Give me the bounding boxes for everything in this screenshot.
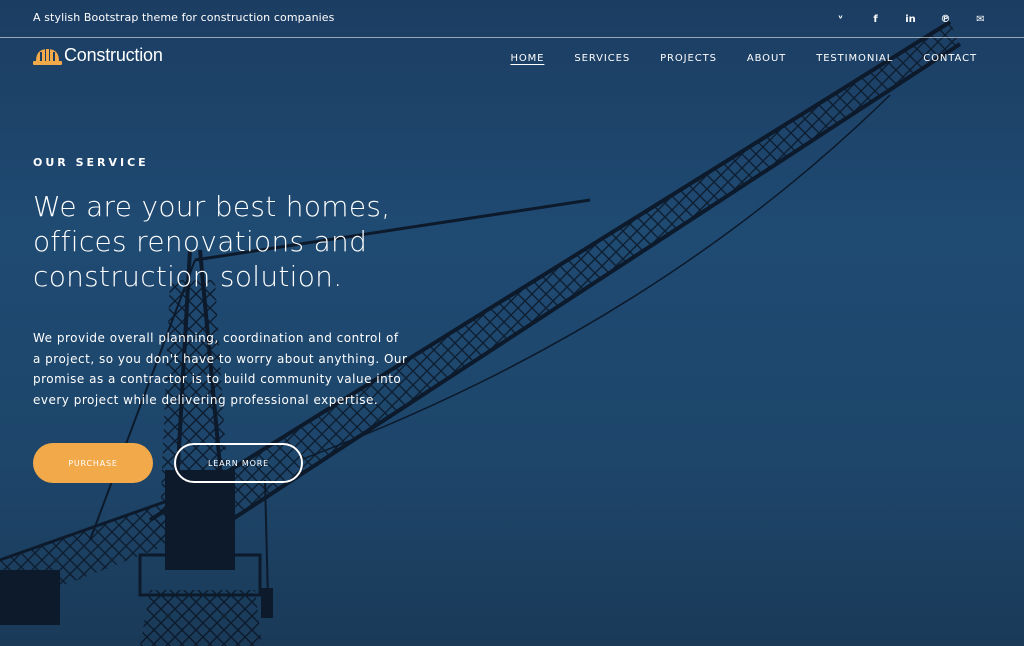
hero-description: We provide overall planning, coordinatio…: [33, 328, 423, 410]
main-nav: HOME SERVICES PROJECTS ABOUT TESTIMONIAL…: [480, 53, 977, 64]
social-links: ᵛ f in ℗ ✉: [823, 10, 998, 28]
description-line: a project, so you don't have to worry ab…: [33, 351, 408, 366]
twitter-icon[interactable]: ᵛ: [823, 10, 858, 28]
description-line: every project while delivering professio…: [33, 392, 379, 407]
nav-item-projects[interactable]: PROJECTS: [660, 53, 717, 64]
top-bar: A stylish Bootstrap theme for constructi…: [0, 0, 1024, 38]
hero-section: OUR SERVICE We are your best homes, offi…: [33, 150, 433, 410]
brand-name: Construction: [64, 45, 163, 65]
purchase-button[interactable]: PURCHASE: [33, 443, 153, 483]
headline-line: construction solution.: [33, 260, 343, 293]
nav-item-about[interactable]: ABOUT: [747, 53, 786, 64]
description-line: We provide overall planning, coordinatio…: [33, 331, 399, 345]
description-line: promise as a contractor is to build comm…: [33, 372, 402, 386]
site-tagline: A stylish Bootstrap theme for constructi…: [33, 11, 335, 24]
hero-headline: We are your best homes, offices renovati…: [33, 189, 433, 294]
linkedin-icon[interactable]: in: [893, 10, 928, 28]
nav-item-contact[interactable]: CONTACT: [923, 53, 977, 64]
nav-item-home[interactable]: HOME: [510, 53, 544, 64]
hard-hat-icon: [33, 47, 62, 65]
pinterest-icon[interactable]: ℗: [928, 10, 963, 28]
mail-icon[interactable]: ✉: [963, 10, 998, 28]
section-eyebrow: OUR SERVICE: [33, 156, 149, 169]
brand-logo[interactable]: Construction: [33, 45, 163, 66]
nav-item-services[interactable]: SERVICES: [574, 53, 630, 64]
headline-line: offices renovations and: [33, 225, 368, 258]
nav-item-testimonial[interactable]: TESTIMONIAL: [816, 53, 893, 64]
hero-buttons: PURCHASE LEARN MORE: [33, 443, 303, 483]
facebook-icon[interactable]: f: [858, 10, 893, 28]
headline-line: We are your best homes,: [33, 190, 391, 223]
learn-more-button[interactable]: LEARN MORE: [174, 443, 303, 483]
